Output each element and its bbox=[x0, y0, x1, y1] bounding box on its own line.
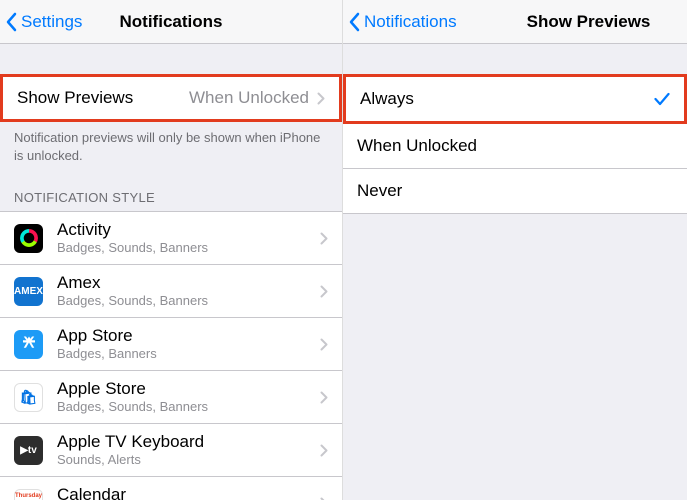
option-never[interactable]: Never bbox=[343, 169, 687, 214]
show-previews-row[interactable]: Show Previews When Unlocked bbox=[3, 77, 339, 119]
back-to-settings-button[interactable]: Settings bbox=[0, 12, 82, 32]
app-list: ActivityBadges, Sounds, BannersAMEXAmexB… bbox=[0, 211, 342, 500]
app-sub: Badges, Sounds, Banners bbox=[57, 293, 208, 309]
back-to-notifications-button[interactable]: Notifications bbox=[343, 12, 457, 32]
app-text: Apple StoreBadges, Sounds, Banners bbox=[57, 379, 208, 415]
spacer bbox=[0, 44, 342, 74]
chevron-right-icon bbox=[320, 444, 328, 457]
chevron-right-icon bbox=[320, 285, 328, 298]
content-left: Show Previews When Unlocked Notification… bbox=[0, 44, 342, 500]
chevron-right-icon bbox=[320, 338, 328, 351]
app-sub: Sounds, Alerts bbox=[57, 452, 204, 468]
app-name: Activity bbox=[57, 220, 208, 240]
activity-icon bbox=[14, 224, 43, 253]
show-previews-label: Show Previews bbox=[17, 88, 133, 108]
chevron-right-icon bbox=[320, 391, 328, 404]
option-when-unlocked[interactable]: When Unlocked bbox=[343, 124, 687, 169]
app-sub: Badges, Banners bbox=[57, 346, 157, 362]
cal-icon: Thursday9 bbox=[14, 489, 43, 500]
app-name: Amex bbox=[57, 273, 208, 293]
app-row-applestore[interactable]: Apple StoreBadges, Sounds, Banners bbox=[0, 371, 342, 424]
show-previews-footer: Notification previews will only be shown… bbox=[0, 122, 342, 174]
options-wrap: Always When Unlocked Never bbox=[343, 74, 687, 214]
app-row-amex[interactable]: AMEX AmexBadges, Sounds, Banners bbox=[0, 265, 342, 318]
chevron-right-icon bbox=[317, 92, 325, 105]
option-label: Always bbox=[360, 89, 414, 109]
option-label: When Unlocked bbox=[357, 136, 477, 156]
app-name: Apple TV Keyboard bbox=[57, 432, 204, 452]
atvkb-icon: ▶tv bbox=[14, 436, 43, 465]
app-name: Calendar bbox=[57, 485, 126, 500]
back-label: Notifications bbox=[364, 12, 457, 32]
app-row-atvkb[interactable]: ▶tv Apple TV KeyboardSounds, Alerts bbox=[0, 424, 342, 477]
navbar-left: Settings Notifications bbox=[0, 0, 342, 44]
app-name: Apple Store bbox=[57, 379, 208, 399]
app-sub: Badges, Sounds, Banners bbox=[57, 399, 208, 415]
app-row-cal[interactable]: Thursday9 CalendarOff bbox=[0, 477, 342, 500]
chevron-left-icon bbox=[349, 12, 361, 32]
amex-icon: AMEX bbox=[14, 277, 43, 306]
appstore-icon bbox=[14, 330, 43, 359]
app-text: Apple TV KeyboardSounds, Alerts bbox=[57, 432, 204, 468]
app-row-appstore[interactable]: App StoreBadges, Banners bbox=[0, 318, 342, 371]
app-text: ActivityBadges, Sounds, Banners bbox=[57, 220, 208, 256]
notification-style-header: NOTIFICATION STYLE bbox=[0, 174, 342, 211]
back-label: Settings bbox=[21, 12, 82, 32]
options-list: When Unlocked Never bbox=[343, 124, 687, 214]
app-name: App Store bbox=[57, 326, 157, 346]
checkmark-icon bbox=[654, 92, 670, 106]
navbar-right: Notifications Show Previews bbox=[343, 0, 687, 44]
app-sub: Badges, Sounds, Banners bbox=[57, 240, 208, 256]
app-text: CalendarOff bbox=[57, 485, 126, 500]
chevron-left-icon bbox=[6, 12, 18, 32]
show-previews-highlight: Show Previews When Unlocked bbox=[0, 74, 342, 122]
applestore-icon bbox=[14, 383, 43, 412]
show-previews-value: When Unlocked bbox=[189, 88, 309, 108]
app-text: AmexBadges, Sounds, Banners bbox=[57, 273, 208, 309]
app-row-activity[interactable]: ActivityBadges, Sounds, Banners bbox=[0, 212, 342, 265]
chevron-right-icon bbox=[320, 497, 328, 500]
notifications-settings-pane: Settings Notifications Show Previews Whe… bbox=[0, 0, 343, 500]
content-right: Always When Unlocked Never bbox=[343, 44, 687, 500]
page-title: Show Previews bbox=[457, 12, 651, 32]
spacer bbox=[343, 44, 687, 74]
option-label: Never bbox=[357, 181, 402, 201]
show-previews-pane: Notifications Show Previews Always When U… bbox=[343, 0, 687, 500]
app-text: App StoreBadges, Banners bbox=[57, 326, 157, 362]
option-highlight: Always bbox=[343, 74, 687, 124]
chevron-right-icon bbox=[320, 232, 328, 245]
option-always[interactable]: Always bbox=[346, 77, 684, 121]
